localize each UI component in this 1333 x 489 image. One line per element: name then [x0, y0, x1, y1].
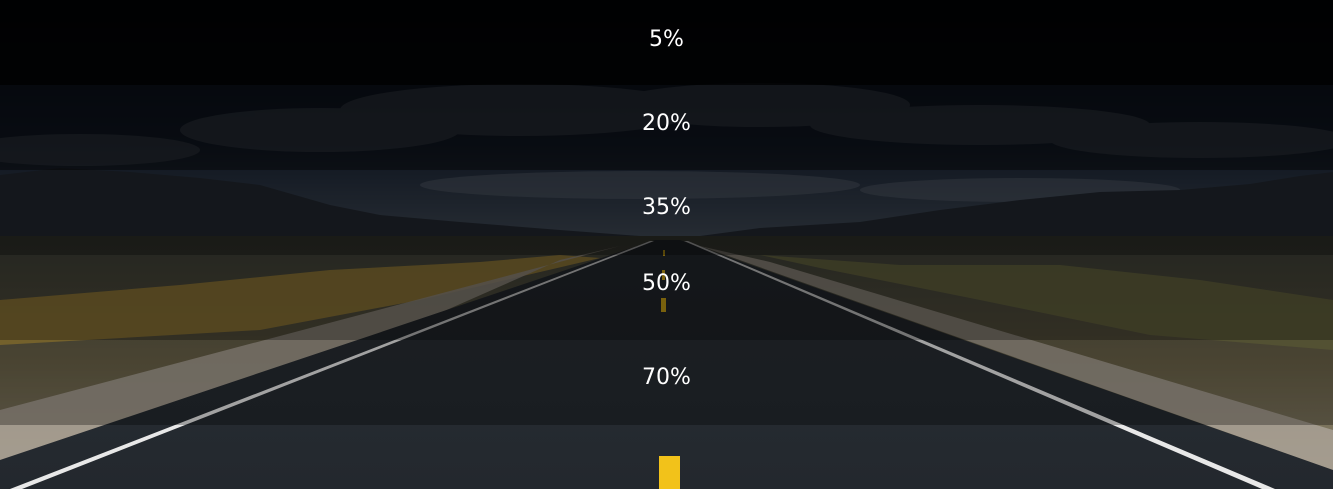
overlay-band-50: 50% [0, 255, 1333, 340]
band-label: 5% [649, 27, 684, 52]
overlay-band-20: 20% [0, 85, 1333, 170]
band-label: 20% [642, 111, 691, 136]
overlay-band-5: 5% [0, 0, 1333, 85]
band-label: 35% [642, 195, 691, 220]
overlay-opacity-demo: 5% 20% 35% 50% 70% [0, 0, 1333, 489]
band-label: 70% [642, 365, 691, 390]
band-label: 50% [642, 271, 691, 296]
overlay-band-70: 70% [0, 340, 1333, 425]
overlay-band-35: 35% [0, 170, 1333, 255]
